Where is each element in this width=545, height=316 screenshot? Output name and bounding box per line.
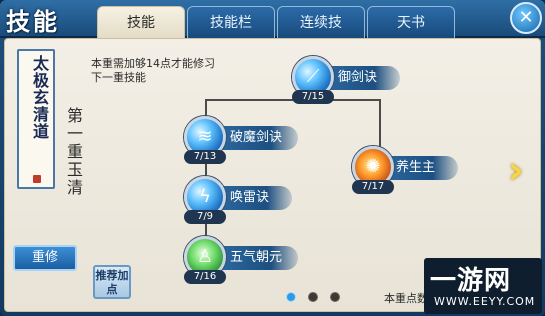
notice-text: 本重需加够14点才能修习下一重技能 [91,57,215,84]
page-dot[interactable] [286,292,296,302]
site-watermark: 一游网 WWW.EEYY.COM [424,258,542,314]
tab-skill-bar[interactable]: 技能栏 [187,6,275,38]
tab-heavenly-book[interactable]: 天书 [367,6,455,38]
watermark-url: WWW.EEYY.COM [434,295,536,308]
seal-icon [33,175,41,183]
close-icon: ✕ [518,7,534,28]
window-title: 技能 [6,7,60,36]
watermark-logo: 一游网 [430,266,512,296]
skill-level: 7/13 [184,150,226,164]
page-dot[interactable] [308,292,318,302]
page-dot[interactable] [330,292,340,302]
tab-combo[interactable]: 连续技 [277,6,365,38]
tab-skills[interactable]: 技能 [97,6,185,38]
tier-label: 第一重玉清 [64,107,83,197]
points-label: 本重点数 [384,292,428,305]
skill-level: 7/15 [292,90,334,104]
next-page-arrow-icon[interactable]: › [508,150,534,190]
school-scroll: 太极玄清道 [17,49,55,189]
close-button[interactable]: ✕ [510,2,542,34]
title-bar: 技能 技能 技能栏 连续技 天书 ✕ [0,0,545,38]
school-name: 太极玄清道 [30,55,49,140]
skill-level: 7/17 [352,180,394,194]
skill-window: 技能 技能 技能栏 连续技 天书 ✕ 太极玄清道 第一重玉清 重修 本重需加够1… [0,0,545,316]
skill-level: 7/9 [184,210,226,224]
skill-level: 7/16 [184,270,226,284]
recommend-button[interactable]: 推荐加点 [93,265,131,299]
reset-button[interactable]: 重修 [13,245,77,271]
